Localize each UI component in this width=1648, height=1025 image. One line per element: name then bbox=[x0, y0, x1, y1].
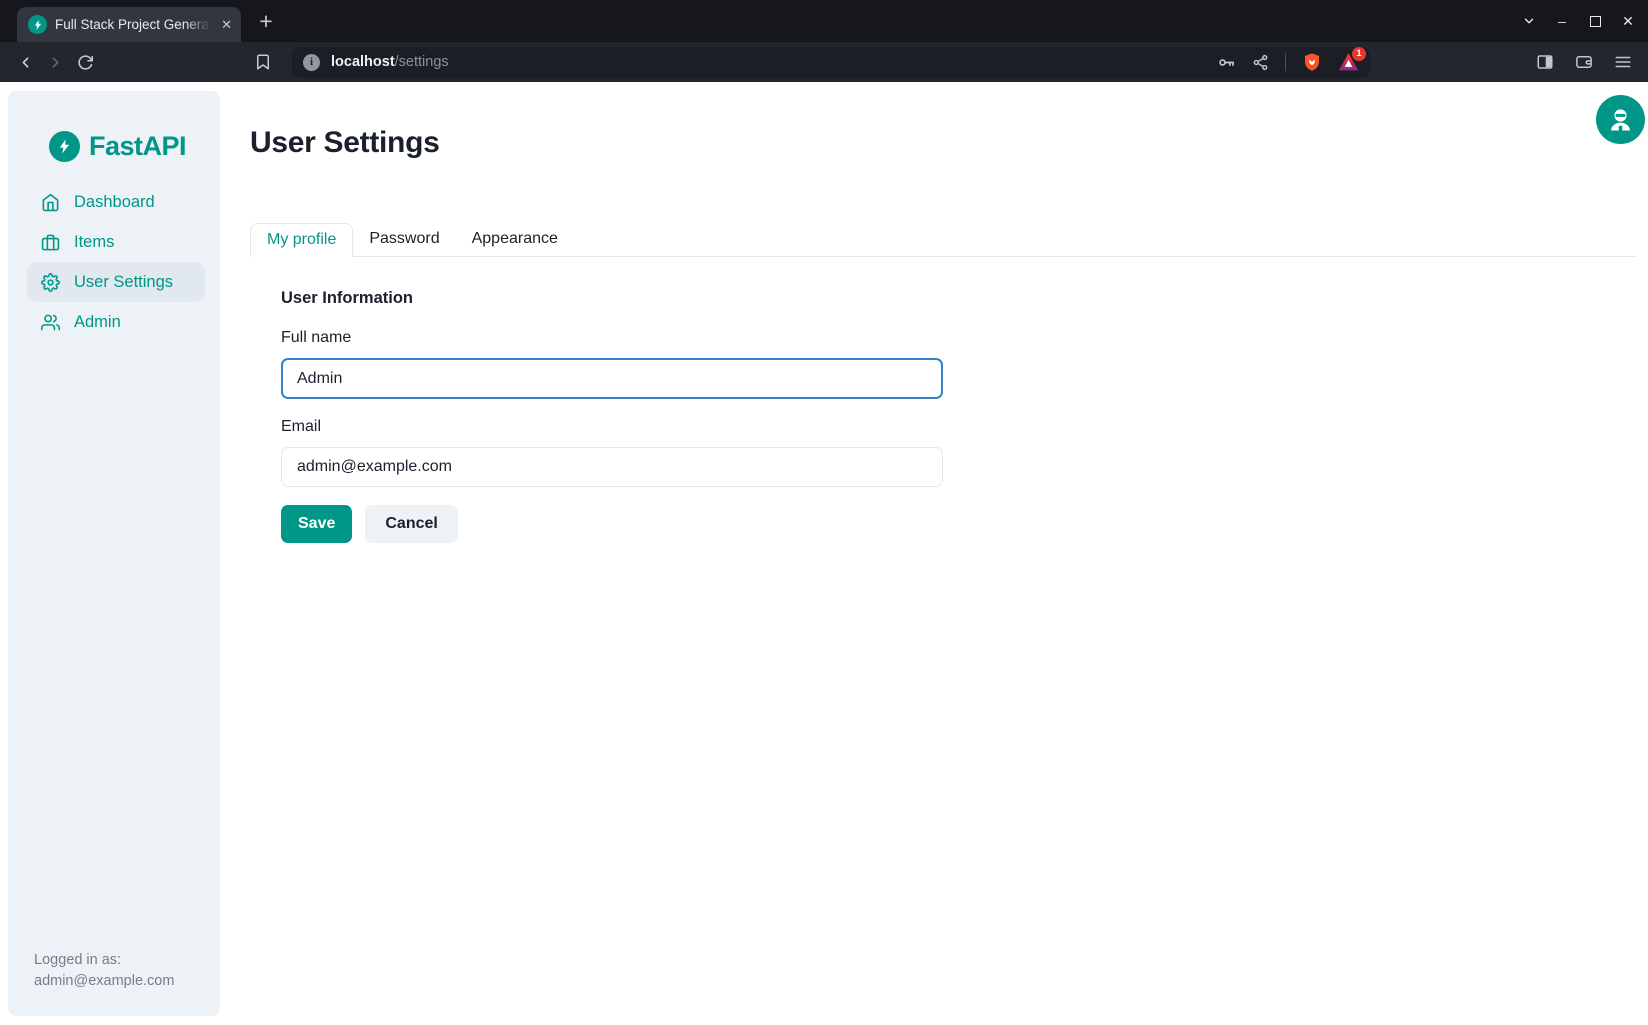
logged-in-as: Logged in as: admin@example.com bbox=[34, 950, 174, 992]
home-icon bbox=[41, 193, 60, 212]
url-host: localhost bbox=[331, 54, 395, 70]
minimize-icon[interactable]: – bbox=[1554, 13, 1570, 29]
email-label: Email bbox=[281, 418, 321, 436]
url-bar[interactable]: i localhost /settings bbox=[292, 47, 1370, 78]
fastapi-bolt-icon bbox=[28, 15, 47, 34]
full-name-input[interactable] bbox=[281, 358, 943, 399]
sidebar-item-label: User Settings bbox=[74, 273, 173, 292]
section-title: User Information bbox=[281, 289, 413, 308]
save-button[interactable]: Save bbox=[281, 505, 352, 543]
browser-window: Full Stack Project Genera ✕ + – ✕ bbox=[0, 0, 1648, 82]
main-content: User Settings My profile Password Appear… bbox=[250, 82, 1637, 1025]
window-close-icon[interactable]: ✕ bbox=[1620, 13, 1636, 29]
users-icon bbox=[41, 313, 60, 332]
sidebar-item-label: Dashboard bbox=[74, 193, 155, 212]
logged-in-email: admin@example.com bbox=[34, 971, 174, 992]
tab-appearance[interactable]: Appearance bbox=[456, 222, 574, 256]
sidebar-item-label: Admin bbox=[74, 313, 121, 332]
toolbar-divider bbox=[1285, 53, 1286, 71]
sidebar-item-items[interactable]: Items bbox=[27, 222, 205, 262]
brave-rewards-icon[interactable]: 1 bbox=[1338, 52, 1359, 72]
share-icon[interactable] bbox=[1252, 54, 1269, 71]
tab-password[interactable]: Password bbox=[353, 222, 455, 256]
sidebar-nav: Dashboard Items User Settings Admin bbox=[27, 182, 205, 342]
full-name-label: Full name bbox=[281, 329, 351, 347]
browser-tab[interactable]: Full Stack Project Genera ✕ bbox=[17, 7, 241, 42]
sidebar-item-label: Items bbox=[74, 233, 114, 252]
tab-my-profile[interactable]: My profile bbox=[250, 223, 353, 257]
forward-icon[interactable] bbox=[40, 47, 70, 77]
fastapi-logo[interactable]: FastAPI bbox=[49, 131, 186, 162]
sidebar-item-user-settings[interactable]: User Settings bbox=[27, 262, 205, 302]
logged-in-label: Logged in as: bbox=[34, 950, 174, 971]
maximize-icon[interactable] bbox=[1587, 13, 1603, 29]
tab-search-chevron-icon[interactable] bbox=[1521, 13, 1537, 29]
cancel-button[interactable]: Cancel bbox=[365, 505, 457, 543]
new-tab-icon[interactable]: + bbox=[250, 6, 282, 38]
fastapi-bolt-icon bbox=[49, 131, 80, 162]
window-controls: – ✕ bbox=[1521, 0, 1636, 42]
reload-icon[interactable] bbox=[70, 47, 100, 77]
sidebar-item-dashboard[interactable]: Dashboard bbox=[27, 182, 205, 222]
back-icon[interactable] bbox=[10, 47, 40, 77]
key-icon[interactable] bbox=[1217, 53, 1236, 72]
settings-tabs: My profile Password Appearance bbox=[250, 222, 1637, 257]
tab-title-fade bbox=[185, 7, 215, 42]
form-actions: Save Cancel bbox=[281, 505, 458, 543]
logo-text: FastAPI bbox=[89, 131, 186, 162]
brave-shield-icon[interactable] bbox=[1302, 52, 1322, 72]
page-title: User Settings bbox=[250, 126, 440, 160]
tab-strip: Full Stack Project Genera ✕ + – ✕ bbox=[0, 0, 1648, 42]
wallet-icon[interactable] bbox=[1575, 53, 1593, 71]
browser-toolbar: i localhost /settings bbox=[0, 42, 1648, 82]
rewards-badge: 1 bbox=[1352, 47, 1366, 61]
close-tab-icon[interactable]: ✕ bbox=[221, 18, 232, 31]
email-input[interactable] bbox=[281, 447, 943, 487]
sidebar: FastAPI Dashboard Items User Settings bbox=[8, 91, 220, 1016]
menu-icon[interactable] bbox=[1614, 53, 1632, 71]
app-page: FastAPI Dashboard Items User Settings bbox=[0, 82, 1648, 1025]
sidebar-panel-icon[interactable] bbox=[1536, 53, 1554, 71]
url-path: /settings bbox=[395, 54, 449, 70]
bookmark-icon[interactable] bbox=[248, 47, 278, 77]
user-information-form: User Information Full name Email Save Ca… bbox=[281, 289, 943, 543]
briefcase-icon bbox=[41, 233, 60, 252]
sidebar-item-admin[interactable]: Admin bbox=[27, 302, 205, 342]
info-icon[interactable]: i bbox=[303, 54, 320, 71]
gear-icon bbox=[41, 273, 60, 292]
